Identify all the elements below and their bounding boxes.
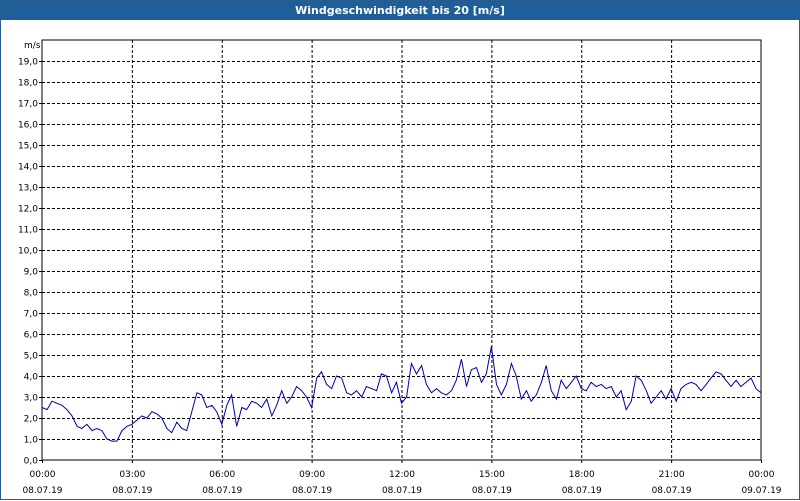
x-tick-label-date: 08.07.19 <box>22 486 62 496</box>
y-tick-label: 12,0 <box>18 205 38 215</box>
x-tick-label-date: 08.07.19 <box>652 486 692 496</box>
y-tick-label: 19,0 <box>18 58 38 68</box>
x-tick-label-date: 08.07.19 <box>202 486 242 496</box>
y-tick-label: 18,0 <box>18 79 38 89</box>
x-tick-label-date: 08.07.19 <box>112 486 152 496</box>
x-tick-label-date: 08.07.19 <box>292 486 332 496</box>
x-tick-label-date: 08.07.19 <box>382 486 422 496</box>
x-tick-label-time: 15:00 <box>479 470 505 480</box>
y-tick-label: 10,0 <box>18 247 38 257</box>
y-tick-label: 9,0 <box>24 268 39 278</box>
x-tick-label-time: 21:00 <box>659 470 685 480</box>
y-tick-label: 7,0 <box>24 310 39 320</box>
y-tick-label: 8,0 <box>24 289 39 299</box>
y-tick-label: 0,0 <box>24 457 39 467</box>
y-tick-label: 5,0 <box>24 352 39 362</box>
y-tick-label: 6,0 <box>24 331 39 341</box>
y-tick-label: 11,0 <box>18 226 38 236</box>
y-tick-label: 3,0 <box>24 394 39 404</box>
y-tick-label: 17,0 <box>18 100 38 110</box>
x-tick-label-time: 00:00 <box>30 470 56 480</box>
x-tick-label-time: 03:00 <box>119 470 145 480</box>
y-tick-label: 16,0 <box>18 121 38 131</box>
x-tick-label-date: 09.07.19 <box>741 486 781 496</box>
y-tick-label: 13,0 <box>18 184 38 194</box>
x-tick-label-time: 18:00 <box>569 470 595 480</box>
y-tick-label: 1,0 <box>24 436 39 446</box>
x-tick-label-date: 08.07.19 <box>562 486 602 496</box>
y-tick-label: 4,0 <box>24 373 39 383</box>
x-tick-label-time: 12:00 <box>389 470 415 480</box>
chart-svg: 0,0 1,0 2,0 3,0 4,0 5,0 6,0 7,0 8,0 9,0 10,0 11,0 12… <box>18 39 782 496</box>
y-tick-label: 14,0 <box>18 163 38 173</box>
x-tick-label-date: 08.07.19 <box>472 486 512 496</box>
x-tick-label-time: 06:00 <box>209 470 235 480</box>
x-tick-label-time: 00:00 <box>749 470 775 480</box>
y-tick-label: 15,0 <box>18 142 38 152</box>
y-tick-label: 2,0 <box>24 415 39 425</box>
x-tick-label-time: 09:00 <box>299 470 325 480</box>
chart-window: Windgeschwindigkeit bis 20 [m/s] m/s 0,0… <box>0 0 800 500</box>
